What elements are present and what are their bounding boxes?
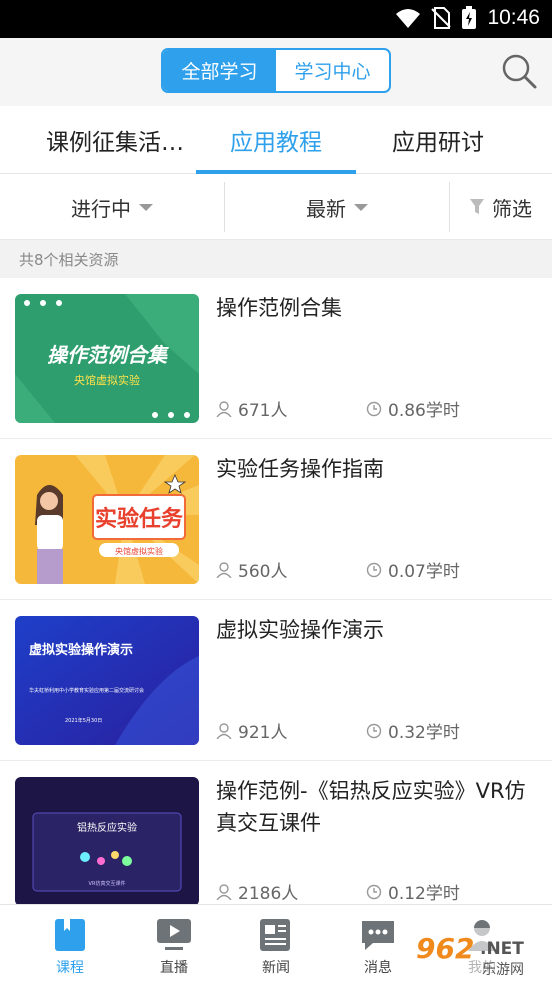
svg-text:.NET: .NET: [480, 939, 524, 959]
list-item[interactable]: 铝热反应实验 VR仿真交互课件 操作范例-《铝热反应实验》VR仿真交互课件 21…: [0, 761, 552, 922]
caret-down-icon: [354, 203, 368, 211]
item-title: 虚拟实验操作演示: [216, 618, 384, 642]
thumb-sub: 央馆虚拟实验: [115, 546, 163, 556]
list-item[interactable]: 操作范例合集 央馆虚拟实验 操作范例合集 671人 0.86学时: [0, 278, 552, 439]
person-icon: [216, 883, 232, 900]
thumb-sub: 华夫虹桥利用中小学教育实验应用第二届交流研讨会: [29, 687, 144, 694]
person-icon: [216, 722, 232, 739]
category-tabs: 课例征集活… 应用教程 应用研讨: [0, 106, 552, 174]
study-hours: 0.86学时: [366, 396, 460, 421]
live-play-icon: [157, 919, 191, 950]
resource-count: 共8个相关资源: [0, 240, 552, 278]
thumbnail: 实验任务 央馆虚拟实验: [15, 455, 199, 584]
thumb-headline: 虚拟实验操作演示: [29, 642, 133, 658]
filter-button[interactable]: 筛选: [450, 174, 552, 240]
top-header: 全部学习 学习中心: [0, 38, 552, 106]
participants: 921人: [216, 718, 287, 743]
clock-icon: [366, 562, 382, 577]
nav-messages-label: 消息: [364, 960, 392, 976]
tab-course-collection[interactable]: 课例征集活…: [30, 106, 200, 174]
svg-text:乐游网: 乐游网: [482, 962, 524, 978]
thumb-date: 2021年5月30日: [65, 717, 102, 724]
clock: 10:46: [487, 6, 540, 29]
thumb-headline: 铝热反应实验: [77, 821, 137, 834]
participants: 2186人: [216, 879, 298, 904]
sort-filter-label: 最新: [306, 196, 346, 221]
participant-count: 2186人: [238, 884, 299, 904]
nav-live[interactable]: 直播: [122, 905, 226, 983]
tab-app-tutorial[interactable]: 应用教程: [196, 106, 356, 174]
sort-filter-dropdown[interactable]: 最新: [225, 174, 449, 240]
thumbnail: 虚拟实验操作演示 华夫虹桥利用中小学教育实验应用第二届交流研讨会 2021年5月…: [15, 616, 199, 745]
item-title: 操作范例-《铝热反应实验》VR仿真交互课件: [216, 779, 526, 835]
battery-icon: [462, 6, 477, 29]
participants: 671人: [216, 396, 287, 421]
study-hours: 0.07学时: [366, 557, 460, 582]
filter-bar: 进行中 最新 筛选: [0, 174, 552, 240]
search-icon[interactable]: [500, 52, 538, 90]
hours-value: 0.32学时: [388, 723, 460, 743]
clock-icon: [366, 401, 382, 416]
svg-text:962: 962: [416, 932, 474, 965]
status-bar: 10:46: [0, 0, 552, 38]
list-item[interactable]: 实验任务 央馆虚拟实验 实验任务操作指南 560人 0.07学时: [0, 439, 552, 600]
nav-live-label: 直播: [160, 960, 188, 976]
hours-value: 0.86学时: [388, 401, 460, 421]
newspaper-icon: [260, 919, 290, 951]
wifi-icon: [396, 9, 421, 28]
status-filter-label: 进行中: [71, 196, 131, 221]
caret-down-icon: [139, 203, 153, 211]
book-icon: [55, 919, 85, 951]
item-title: 操作范例合集: [216, 296, 342, 320]
participant-count: 560人: [238, 562, 288, 582]
thumb-sub: 央馆虚拟实验: [74, 373, 140, 387]
chat-bubble-icon: [362, 921, 394, 950]
tab-app-discussion[interactable]: 应用研讨: [358, 106, 518, 174]
item-title: 实验任务操作指南: [216, 457, 384, 481]
list-item[interactable]: 虚拟实验操作演示 华夫虹桥利用中小学教育实验应用第二届交流研讨会 2021年5月…: [0, 600, 552, 761]
study-hours: 0.32学时: [366, 718, 460, 743]
thumb-headline: 实验任务: [95, 506, 184, 532]
nav-news-label: 新闻: [262, 960, 290, 976]
segment-all-learning[interactable]: 全部学习: [163, 50, 276, 91]
study-hours: 0.12学时: [366, 879, 460, 904]
person-icon: [216, 400, 232, 417]
no-sim-icon: [431, 7, 452, 29]
clock-icon: [366, 723, 382, 738]
hours-value: 0.12学时: [388, 884, 460, 904]
hours-value: 0.07学时: [388, 562, 460, 582]
participant-count: 671人: [238, 401, 288, 421]
thumb-sub: VR仿真交互课件: [89, 880, 126, 887]
thumb-headline: 操作范例合集: [47, 343, 169, 367]
person-icon: [216, 561, 232, 578]
thumbnail: 操作范例合集 央馆虚拟实验: [15, 294, 199, 423]
participant-count: 921人: [238, 723, 288, 743]
nav-news[interactable]: 新闻: [224, 905, 328, 983]
filter-label: 筛选: [492, 196, 532, 221]
segment-control: 全部学习 学习中心: [161, 48, 391, 93]
nav-course[interactable]: 课程: [18, 905, 122, 983]
thumbnail: 铝热反应实验 VR仿真交互课件: [15, 777, 199, 906]
watermark-logo: 962 .NET 乐游网: [412, 928, 546, 980]
funnel-icon: [470, 199, 484, 214]
participants: 560人: [216, 557, 287, 582]
nav-course-label: 课程: [56, 960, 84, 976]
status-filter-dropdown[interactable]: 进行中: [0, 174, 224, 240]
clock-icon: [366, 884, 382, 899]
segment-learning-center[interactable]: 学习中心: [276, 50, 389, 91]
